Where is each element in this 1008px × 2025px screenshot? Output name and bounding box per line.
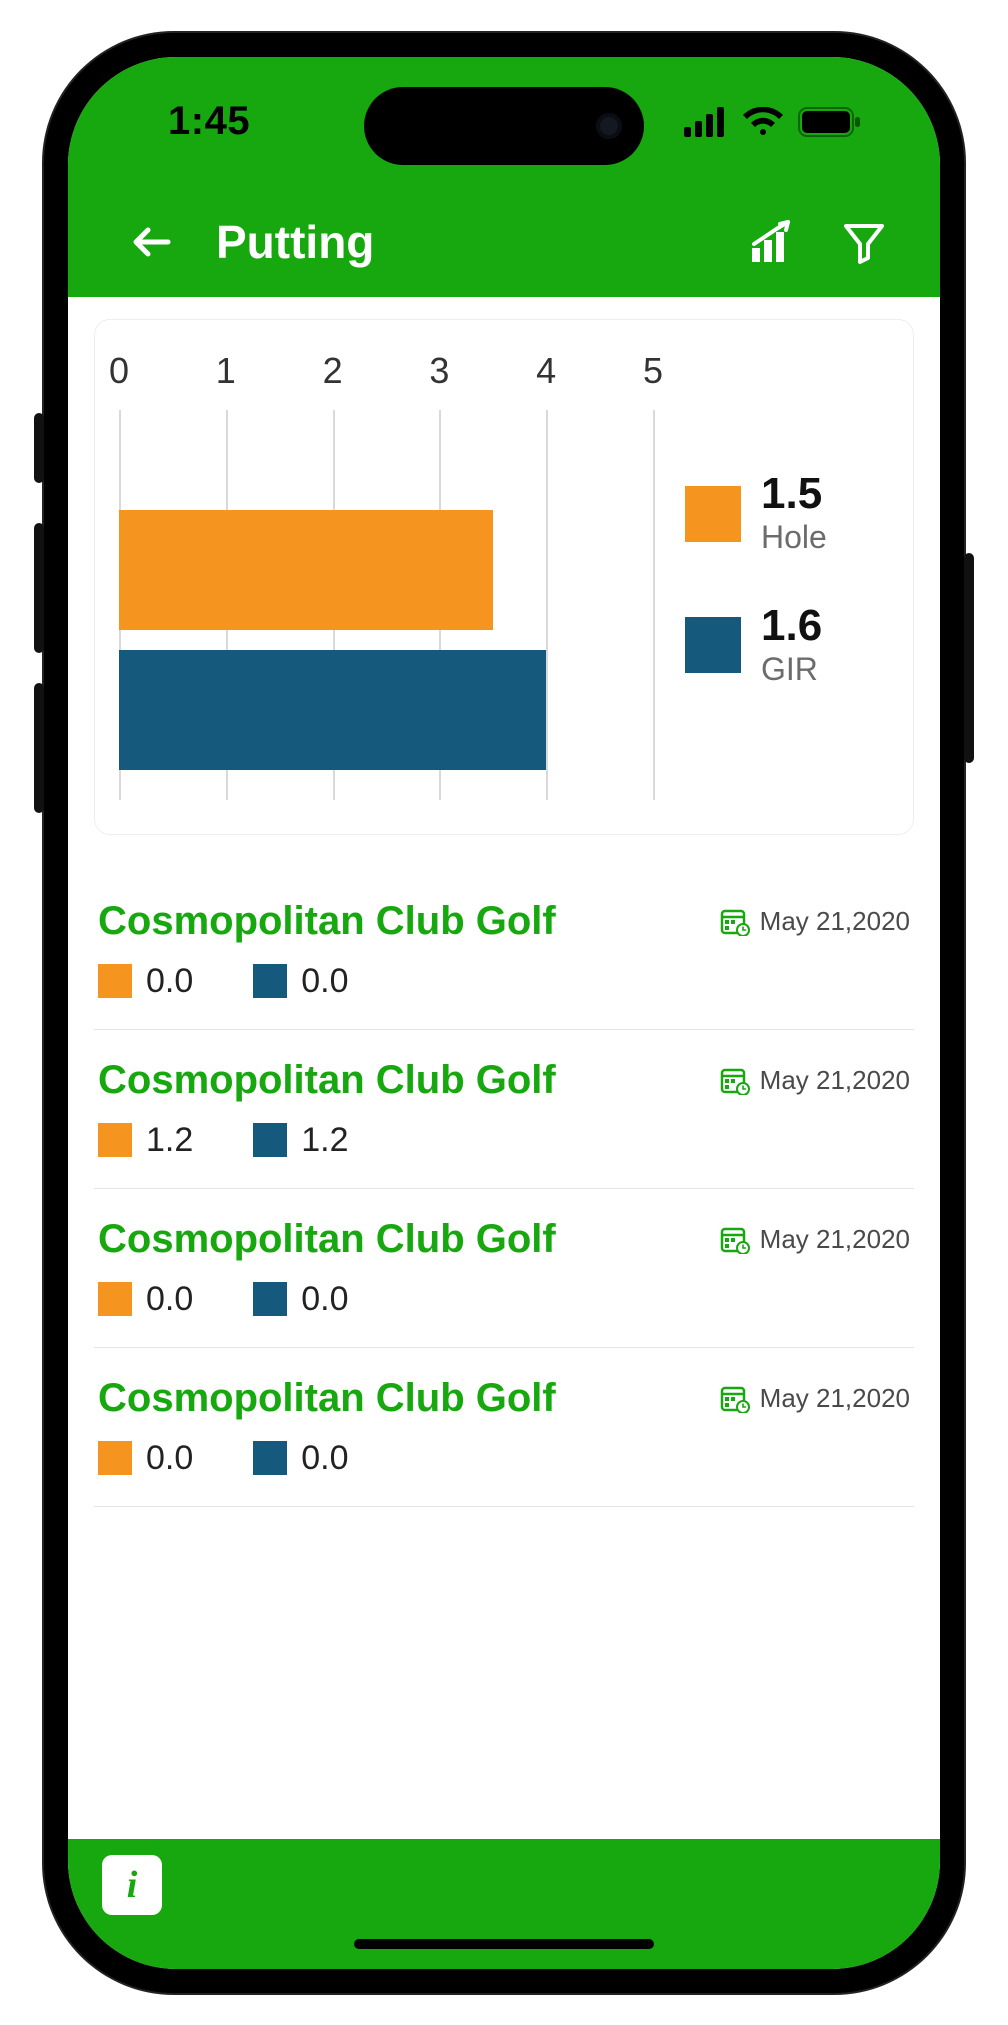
screen: 1:45 Putting 0 1 2 3 4 5 xyxy=(68,57,940,1969)
chart-bars xyxy=(119,480,653,800)
home-indicator xyxy=(354,1939,654,1949)
round-values: 1.2 1.2 xyxy=(98,1121,910,1160)
chart-tick: 1 xyxy=(216,350,236,392)
info-button[interactable]: i xyxy=(102,1855,162,1915)
bar-hole xyxy=(119,510,493,630)
legend-hole: 1.5 Hole xyxy=(685,472,889,555)
round-item[interactable]: Cosmopolitan Club Golf May 21,2020 1.2 1.2 xyxy=(94,1030,914,1189)
chart-tick: 4 xyxy=(536,350,556,392)
round-date: May 21,2020 xyxy=(720,1224,910,1255)
round-gir-value: 0.0 xyxy=(253,962,348,1001)
round-date: May 21,2020 xyxy=(720,1065,910,1096)
chart-legend: 1.5 Hole 1.6 GIR xyxy=(679,350,889,810)
round-course: Cosmopolitan Club Golf xyxy=(98,1058,556,1103)
phone-side-button xyxy=(964,553,974,763)
swatch-orange xyxy=(98,1441,132,1475)
arrow-left-icon xyxy=(128,218,176,266)
round-hole-value: 0.0 xyxy=(98,962,193,1001)
bar-gir xyxy=(119,650,546,770)
app-header: Putting xyxy=(68,187,940,297)
swatch-navy xyxy=(253,1441,287,1475)
calendar-icon xyxy=(720,1065,750,1095)
round-hole-value: 0.0 xyxy=(98,1439,193,1478)
round-date: May 21,2020 xyxy=(720,906,910,937)
calendar-icon xyxy=(720,1224,750,1254)
round-gir-value: 1.2 xyxy=(253,1121,348,1160)
swatch-orange xyxy=(98,1123,132,1157)
status-time: 1:45 xyxy=(168,99,250,144)
legend-gir: 1.6 GIR xyxy=(685,604,889,687)
swatch-orange xyxy=(98,1282,132,1316)
round-course: Cosmopolitan Club Golf xyxy=(98,1217,556,1262)
round-item[interactable]: Cosmopolitan Club Golf May 21,2020 0.0 0.0 xyxy=(94,871,914,1030)
chart-tick: 2 xyxy=(323,350,343,392)
content-scroll[interactable]: 0 1 2 3 4 5 1.5 Hole 1.6 GIR xyxy=(68,297,940,1839)
putting-chart-card: 0 1 2 3 4 5 1.5 Hole 1.6 GIR xyxy=(94,319,914,835)
swatch-navy xyxy=(253,1123,287,1157)
round-course: Cosmopolitan Club Golf xyxy=(98,899,556,944)
camera-dot xyxy=(596,113,622,139)
legend-hole-label: Hole xyxy=(761,520,827,555)
round-item[interactable]: Cosmopolitan Club Golf May 21,2020 0.0 0.0 xyxy=(94,1189,914,1348)
wifi-icon xyxy=(742,107,784,137)
round-gir-value: 0.0 xyxy=(253,1439,348,1478)
calendar-icon xyxy=(720,1383,750,1413)
chart-tick: 3 xyxy=(429,350,449,392)
battery-icon xyxy=(798,107,862,137)
round-hole-value: 0.0 xyxy=(98,1280,193,1319)
chart-gridline xyxy=(653,410,655,800)
chart-trend-icon xyxy=(748,218,796,266)
round-item[interactable]: Cosmopolitan Club Golf May 21,2020 0.0 0.0 xyxy=(94,1348,914,1507)
info-icon: i xyxy=(127,1863,138,1907)
rounds-list: Cosmopolitan Club GolfMay 21,20200.00.0C… xyxy=(94,871,914,1507)
swatch-navy xyxy=(253,964,287,998)
round-hole-value: 1.2 xyxy=(98,1121,193,1160)
swatch-navy xyxy=(253,1282,287,1316)
legend-swatch-orange xyxy=(685,486,741,542)
chart-tick: 5 xyxy=(643,350,663,392)
status-icons xyxy=(684,107,862,137)
page-title: Putting xyxy=(216,215,708,269)
phone-side-button xyxy=(34,683,44,813)
legend-hole-value: 1.5 xyxy=(761,472,827,516)
phone-side-button xyxy=(34,523,44,653)
round-values: 0.0 0.0 xyxy=(98,962,910,1001)
round-course: Cosmopolitan Club Golf xyxy=(98,1376,556,1421)
phone-side-button xyxy=(34,413,44,483)
back-button[interactable] xyxy=(124,214,180,270)
legend-gir-value: 1.6 xyxy=(761,604,822,648)
funnel-icon xyxy=(840,218,888,266)
calendar-icon xyxy=(720,906,750,936)
filter-button[interactable] xyxy=(836,214,892,270)
round-gir-value: 0.0 xyxy=(253,1280,348,1319)
round-date: May 21,2020 xyxy=(720,1383,910,1414)
stats-button[interactable] xyxy=(744,214,800,270)
legend-gir-label: GIR xyxy=(761,652,822,687)
bottom-bar: i xyxy=(68,1839,940,1969)
legend-swatch-navy xyxy=(685,617,741,673)
dynamic-island xyxy=(364,87,644,165)
round-values: 0.0 0.0 xyxy=(98,1439,910,1478)
round-values: 0.0 0.0 xyxy=(98,1280,910,1319)
swatch-orange xyxy=(98,964,132,998)
cellular-icon xyxy=(684,107,728,137)
putting-chart: 012345 xyxy=(119,350,653,810)
chart-tick: 0 xyxy=(109,350,129,392)
phone-frame: 1:45 Putting 0 1 2 3 4 5 xyxy=(44,33,964,1993)
